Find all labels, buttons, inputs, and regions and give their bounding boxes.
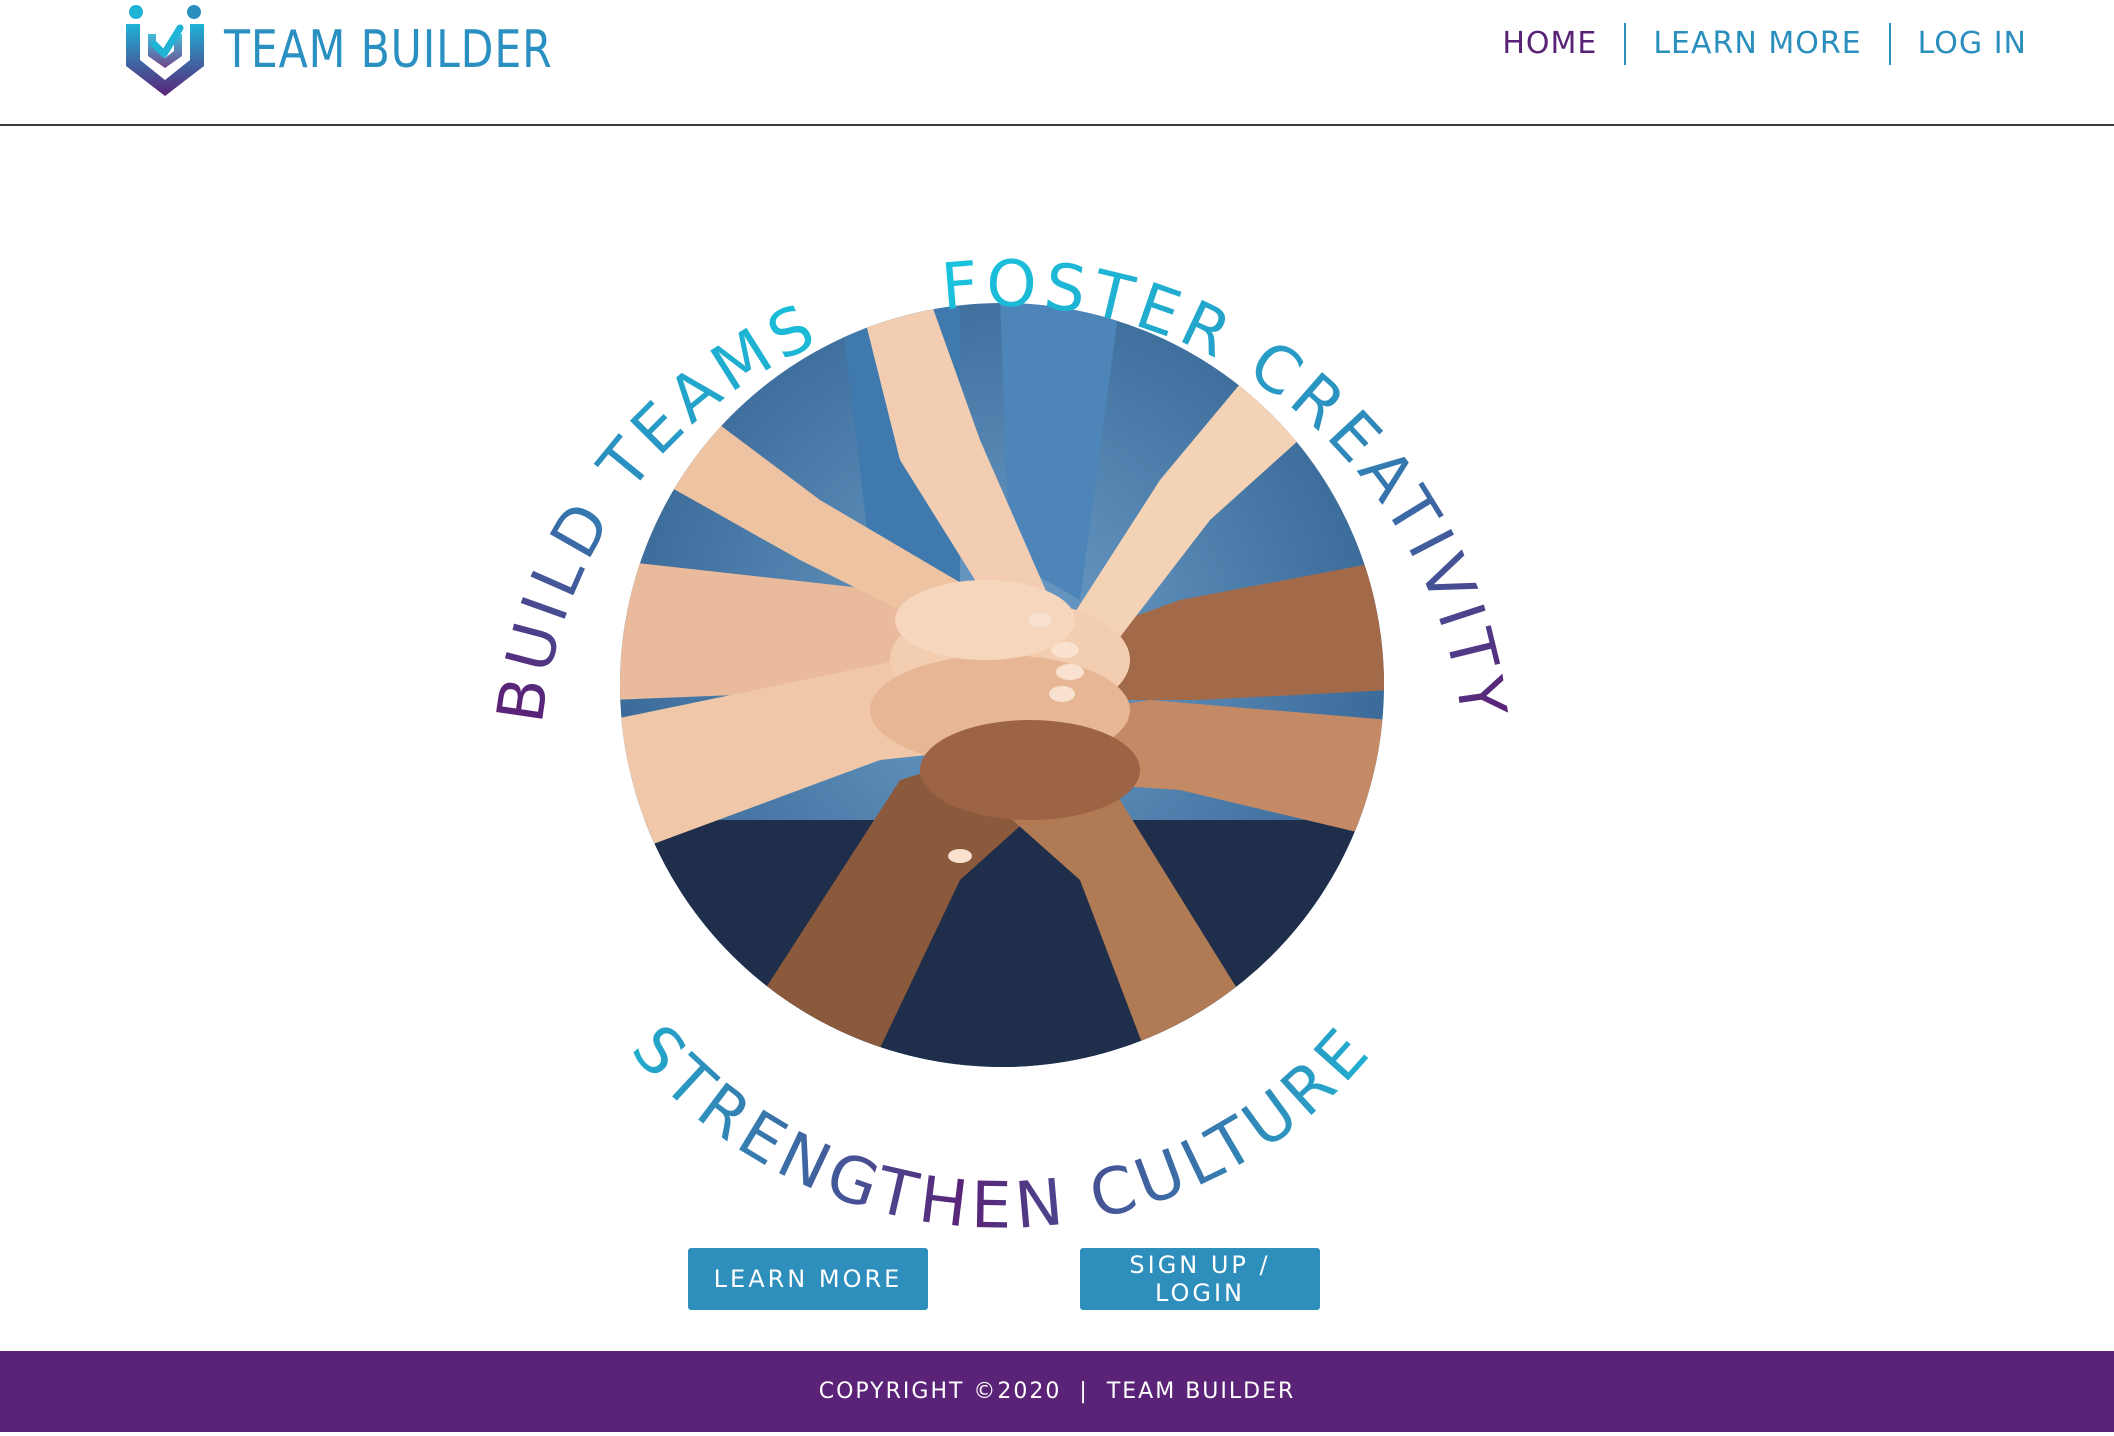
site-footer: COPYRIGHT ©2020 | TEAM BUILDER [0,1351,2114,1432]
footer-copyright: COPYRIGHT ©2020 [818,1379,1062,1404]
footer-separator: | [1079,1379,1089,1404]
hero-graphic: BUILD TEAMS FOSTER CREATIVITY STRENGTHEN… [484,247,1514,1244]
signup-login-button[interactable]: SIGN UP / LOGIN [1080,1248,1320,1310]
hero-section: BUILD TEAMS FOSTER CREATIVITY STRENGTHEN… [0,0,2114,1432]
learn-more-button[interactable]: LEARN MORE [688,1248,928,1310]
footer-brand: TEAM BUILDER [1106,1379,1296,1404]
